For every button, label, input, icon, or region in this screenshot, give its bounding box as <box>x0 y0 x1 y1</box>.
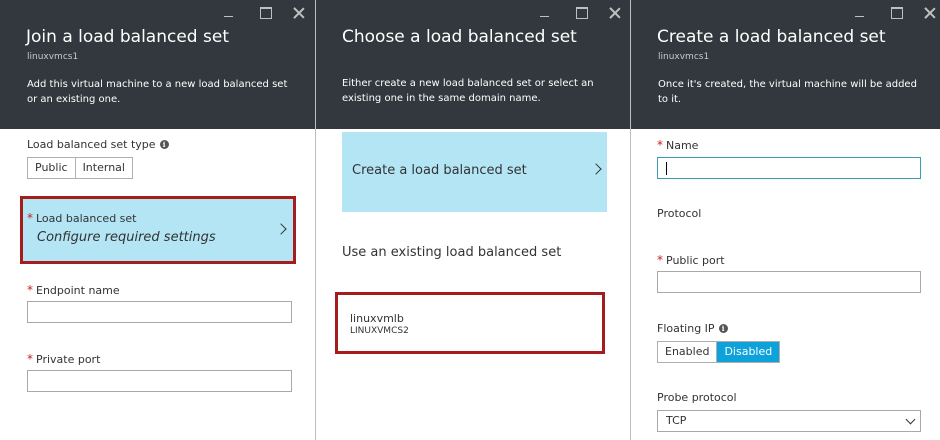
minimize-icon[interactable] <box>853 6 867 20</box>
blade-create-load-balanced-set: Create a load balanced set linuxvmcs1 On… <box>631 0 940 440</box>
load-balanced-set-selector[interactable]: * Load balanced set Configure required se… <box>23 199 293 261</box>
lb-set-label-text: Load balanced set <box>36 212 137 225</box>
private-port-label-text: Private port <box>36 353 101 366</box>
maximize-icon[interactable] <box>575 6 589 20</box>
floating-ip-label-text: Floating IP <box>657 322 715 335</box>
name-label-text: Name <box>666 139 699 152</box>
minimize-icon[interactable] <box>222 6 236 20</box>
floating-ip-enabled[interactable]: Enabled <box>658 342 717 362</box>
required-marker: * <box>27 283 33 297</box>
probe-protocol-value: TCP <box>666 414 687 427</box>
private-port-input[interactable] <box>27 370 292 392</box>
text-caret <box>666 162 667 175</box>
blade-title: Join a load balanced set <box>26 27 229 47</box>
existing-lb-item[interactable]: linuxvmlb LINUXVMCS2 <box>340 294 600 350</box>
create-load-balanced-set-card[interactable]: Create a load balanced set <box>342 132 607 212</box>
required-marker: * <box>657 253 663 267</box>
endpoint-name-label-text: Endpoint name <box>36 284 120 297</box>
blade-description: Once it's created, the virtual machine w… <box>658 79 917 105</box>
blade-join-load-balanced-set: Join a load balanced set linuxvmcs1 Add … <box>0 0 316 440</box>
info-icon[interactable]: i <box>159 140 169 149</box>
minimize-icon[interactable] <box>538 6 552 20</box>
lb-type-toggle: Public Internal <box>27 157 133 179</box>
blade-description: Either create a new load balanced set or… <box>342 78 594 104</box>
floating-ip-toggle: Enabled Disabled <box>657 341 781 363</box>
blade-title: Choose a load balanced set <box>342 27 577 47</box>
existing-lb-heading: Use an existing load balanced set <box>342 245 562 260</box>
close-icon[interactable] <box>923 6 937 20</box>
blade-subtitle: linuxvmcs1 <box>27 52 79 62</box>
lb-type-public[interactable]: Public <box>28 158 75 178</box>
floating-ip-disabled[interactable]: Disabled <box>716 342 780 362</box>
probe-protocol-select[interactable]: TCP <box>657 410 921 432</box>
chevron-right-icon <box>275 223 287 235</box>
blade-subtitle: linuxvmcs1 <box>658 52 710 62</box>
lb-type-label: Load balanced set type i <box>27 138 169 151</box>
existing-lb-name: linuxvmlb <box>350 312 404 325</box>
floating-ip-label: Floating IP i <box>657 322 728 335</box>
close-icon[interactable] <box>292 6 306 20</box>
blade-header: Choose a load balanced set Either create… <box>316 0 630 129</box>
lb-set-hint: Configure required settings <box>37 230 216 245</box>
maximize-icon[interactable] <box>259 6 273 20</box>
chevron-down-icon <box>905 414 916 425</box>
probe-protocol-label: Probe protocol <box>657 391 737 404</box>
protocol-label: Protocol <box>657 207 702 220</box>
close-icon[interactable] <box>608 6 622 20</box>
name-label: * Name <box>657 138 698 152</box>
required-marker: * <box>27 211 33 225</box>
lb-type-label-text: Load balanced set type <box>27 138 156 151</box>
required-marker: * <box>657 138 663 152</box>
blade-title: Create a load balanced set <box>657 27 886 47</box>
blade-header: Create a load balanced set linuxvmcs1 On… <box>631 0 940 129</box>
chevron-right-icon <box>590 163 602 175</box>
endpoint-name-label: * Endpoint name <box>27 283 120 297</box>
existing-lb-service: LINUXVMCS2 <box>350 326 409 336</box>
blade-choose-load-balanced-set: Choose a load balanced set Either create… <box>316 0 631 440</box>
blade-header: Join a load balanced set linuxvmcs1 Add … <box>0 0 315 129</box>
create-lb-set-label: Create a load balanced set <box>352 163 527 178</box>
lb-type-internal[interactable]: Internal <box>74 158 132 178</box>
name-input[interactable] <box>657 157 921 179</box>
public-port-label: * Public port <box>657 253 725 267</box>
info-icon[interactable]: i <box>718 324 728 333</box>
blade-description: Add this virtual machine to a new load b… <box>27 79 288 105</box>
public-port-input[interactable] <box>657 271 921 293</box>
maximize-icon[interactable] <box>890 6 904 20</box>
public-port-label-text: Public port <box>666 254 725 267</box>
private-port-label: * Private port <box>27 352 100 366</box>
endpoint-name-input[interactable] <box>27 301 292 323</box>
lb-set-label: * Load balanced set <box>27 211 136 225</box>
required-marker: * <box>27 352 33 366</box>
